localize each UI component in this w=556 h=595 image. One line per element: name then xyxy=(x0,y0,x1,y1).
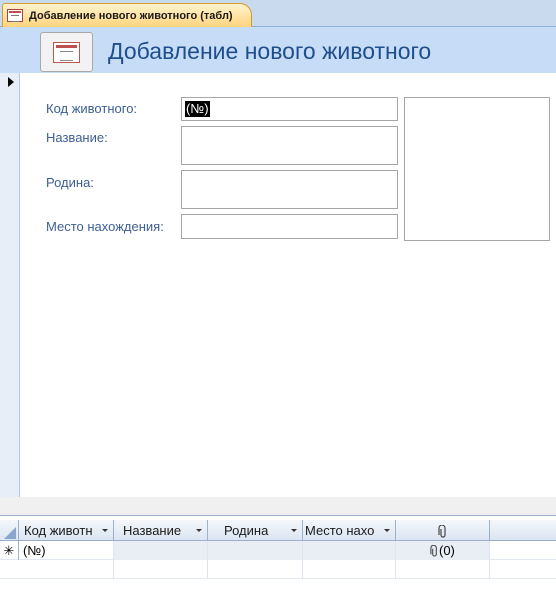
animal-code-field[interactable]: (№) xyxy=(181,97,398,121)
animal-code-value: (№) xyxy=(185,101,210,117)
form-header: Добавление нового животного xyxy=(0,27,556,73)
record-selector[interactable] xyxy=(0,73,20,497)
location-field[interactable] xyxy=(181,214,398,239)
cell-attachments[interactable]: (0) xyxy=(396,541,490,560)
cell-code[interactable]: (№) xyxy=(19,541,114,560)
column-header-attachments[interactable] xyxy=(396,520,490,541)
column-header-code[interactable]: Код животн xyxy=(19,520,114,541)
column-header-name[interactable]: Название xyxy=(114,520,208,541)
cell-name[interactable] xyxy=(114,541,208,560)
column-header-code-label: Код животн xyxy=(24,523,93,538)
field-label-location: Место нахождения: xyxy=(46,219,164,234)
field-label-homeland: Родина: xyxy=(46,175,94,190)
select-all-corner[interactable] xyxy=(0,520,19,541)
form-icon xyxy=(7,9,23,22)
field-label-animal-code: Код животного: xyxy=(46,101,138,116)
datasheet-header: Код животн Название Родина Место нахо xyxy=(0,520,556,541)
document-tab-strip: Добавление нового животного (табл) xyxy=(0,0,556,27)
datasheet-new-row[interactable]: ✳ (№) (0) xyxy=(0,541,556,560)
column-header-location[interactable]: Место нахо xyxy=(303,520,396,541)
dropdown-arrow-icon[interactable] xyxy=(102,529,108,532)
dropdown-arrow-icon[interactable] xyxy=(384,529,390,532)
datasheet-empty-row xyxy=(0,560,556,579)
document-tab-label: Добавление нового животного (табл) xyxy=(29,9,233,22)
split-form-divider[interactable] xyxy=(0,497,556,516)
empty-cell xyxy=(208,560,303,579)
empty-cell xyxy=(303,560,396,579)
dropdown-arrow-icon[interactable] xyxy=(196,529,202,532)
empty-cell xyxy=(114,560,208,579)
form-title: Добавление нового животного xyxy=(108,38,432,64)
empty-cell xyxy=(396,560,490,579)
column-header-homeland[interactable]: Родина xyxy=(208,520,303,541)
column-header-homeland-label: Родина xyxy=(224,523,269,538)
cell-location[interactable] xyxy=(303,541,396,560)
new-record-icon: ✳ xyxy=(0,541,19,560)
column-header-name-label: Название xyxy=(123,523,182,538)
document-tab[interactable]: Добавление нового животного (табл) xyxy=(2,3,252,27)
current-record-arrow-icon xyxy=(8,77,14,87)
form-icon xyxy=(53,42,80,63)
empty-cell xyxy=(19,560,114,579)
field-label-name: Название: xyxy=(46,130,108,145)
homeland-field[interactable] xyxy=(181,170,398,209)
datasheet: Код животн Название Родина Место нахо ✳ … xyxy=(0,517,556,595)
cell-homeland[interactable] xyxy=(208,541,303,560)
attachment-count: (0) xyxy=(439,543,455,558)
column-header-location-label: Место нахо xyxy=(305,523,375,538)
dropdown-arrow-icon[interactable] xyxy=(291,529,297,532)
paperclip-icon xyxy=(430,544,437,557)
name-field[interactable] xyxy=(181,126,398,165)
paperclip-icon xyxy=(437,524,446,538)
attachment-photo-field[interactable] xyxy=(404,97,550,241)
form-header-icon xyxy=(40,32,93,72)
form-detail: Код животного: (№) Название: Родина: Мес… xyxy=(20,73,556,497)
